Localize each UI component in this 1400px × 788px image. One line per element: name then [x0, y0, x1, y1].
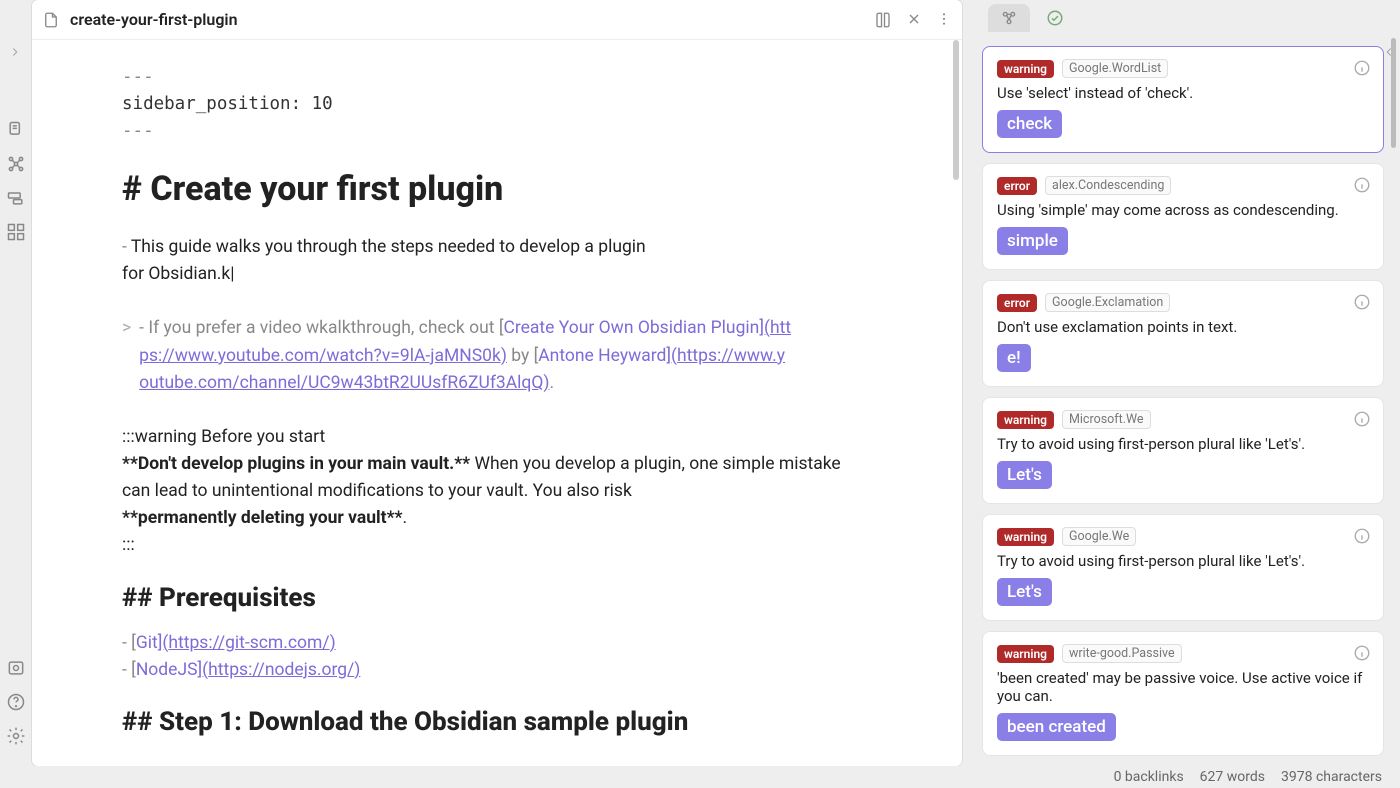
- link[interactable]: Create Your Own Obsidian Plugin: [503, 318, 759, 338]
- issue-chip[interactable]: check: [997, 110, 1062, 138]
- tab-bar: create-your-first-plugin: [32, 0, 962, 40]
- issue-message: Don't use exclamation points in text.: [997, 318, 1369, 336]
- issue-card[interactable]: warning Microsoft.We Try to avoid using fi…: [982, 397, 1384, 504]
- linter-panel: warning Google.WordList Use 'select' inste…: [970, 0, 1400, 788]
- tab-graph[interactable]: [988, 4, 1030, 32]
- issue-message: Use 'select' instead of 'check'.: [997, 84, 1369, 102]
- frontmatter-delim: ---: [122, 64, 872, 91]
- files-icon[interactable]: [4, 118, 28, 142]
- info-icon[interactable]: [1353, 644, 1371, 662]
- status-words[interactable]: 627 words: [1200, 769, 1265, 785]
- rule-label: Google.WordList: [1062, 59, 1168, 78]
- issue-card[interactable]: warning write-good.Passive 'been created' …: [982, 631, 1384, 756]
- info-icon[interactable]: [1353, 293, 1371, 311]
- heading-2: ## Step 1: Download the Obsidian sample …: [122, 702, 872, 742]
- frontmatter-delim: ---: [122, 118, 872, 145]
- frontmatter-line: sidebar_position: 10: [122, 91, 872, 118]
- tab-actions: [874, 11, 952, 29]
- rule-label: Google.We: [1062, 527, 1136, 546]
- app-root: create-your-first-plugin --- sidebar_pos…: [0, 0, 1400, 788]
- link[interactable]: Antone Heyward: [538, 346, 666, 366]
- issue-message: Try to avoid using first-person plural l…: [997, 435, 1369, 453]
- heading-1: # Create your first plugin: [122, 163, 872, 216]
- issue-chip[interactable]: simple: [997, 227, 1068, 255]
- editor-scrollbar[interactable]: [952, 40, 960, 766]
- info-icon[interactable]: [1353, 176, 1371, 194]
- issue-chip[interactable]: Let's: [997, 578, 1052, 606]
- admonition: :::warning Before you start **Don't deve…: [122, 424, 872, 560]
- rule-label: write-good.Passive: [1062, 644, 1182, 663]
- list-item: - [Git](https://git-scm.com/): [122, 630, 872, 657]
- issue-card[interactable]: error Google.Exclamation Don't use exclama…: [982, 280, 1384, 387]
- issue-list: warning Google.WordList Use 'select' inste…: [970, 32, 1400, 788]
- settings-icon[interactable]: [4, 724, 28, 748]
- issue-message: Using 'simple' may come across as condes…: [997, 201, 1369, 219]
- link[interactable]: Git: [136, 633, 158, 653]
- status-chars[interactable]: 3978 characters: [1281, 769, 1382, 785]
- right-tabs: [970, 0, 1400, 32]
- severity-badge: warning: [997, 645, 1054, 663]
- link[interactable]: NodeJS: [136, 660, 198, 680]
- issue-message: Try to avoid using first-person plural l…: [997, 552, 1369, 570]
- blockquote-mark: >: [122, 315, 131, 396]
- box-icon[interactable]: [4, 656, 28, 680]
- severity-badge: warning: [997, 528, 1054, 546]
- issue-message: 'been created' may be passive voice. Use…: [997, 669, 1369, 705]
- expand-left-icon[interactable]: [6, 45, 24, 59]
- info-icon[interactable]: [1353, 59, 1371, 77]
- issue-card[interactable]: warning Google.WordList Use 'select' inste…: [982, 46, 1384, 153]
- panel-scrollbar[interactable]: [1389, 32, 1396, 788]
- issue-chip[interactable]: Let's: [997, 461, 1052, 489]
- graph-icon[interactable]: [4, 152, 28, 176]
- rule-label: alex.Condescending: [1045, 176, 1171, 195]
- help-icon[interactable]: [4, 690, 28, 714]
- rule-label: Google.Exclamation: [1045, 293, 1170, 312]
- reading-view-icon[interactable]: [874, 11, 892, 29]
- paragraph: - This guide walks you through the steps…: [122, 234, 872, 288]
- editor[interactable]: --- sidebar_position: 10 --- # Create yo…: [32, 40, 962, 766]
- status-bar: 0 backlinks 627 words 3978 characters: [0, 766, 1400, 788]
- canvas-icon[interactable]: [4, 186, 28, 210]
- more-icon[interactable]: [936, 11, 952, 29]
- issue-chip[interactable]: been created: [997, 713, 1116, 741]
- severity-badge: error: [997, 177, 1037, 195]
- blockquote: > - If you prefer a video wkalkthrough, …: [122, 315, 872, 396]
- severity-badge: warning: [997, 60, 1054, 78]
- grid-icon[interactable]: [4, 220, 28, 244]
- list-item: - [NodeJS](https://nodejs.org/): [122, 657, 872, 684]
- status-backlinks[interactable]: 0 backlinks: [1114, 769, 1184, 785]
- info-icon[interactable]: [1353, 527, 1371, 545]
- info-icon[interactable]: [1353, 410, 1371, 428]
- left-rail: [0, 0, 32, 788]
- severity-badge: error: [997, 294, 1037, 312]
- tab-title[interactable]: create-your-first-plugin: [70, 10, 864, 29]
- file-icon: [42, 11, 60, 29]
- issue-card[interactable]: warning Google.We Try to avoid using first…: [982, 514, 1384, 621]
- editor-pane: create-your-first-plugin --- sidebar_pos…: [32, 0, 962, 766]
- issue-chip[interactable]: e!: [997, 344, 1031, 372]
- issue-card[interactable]: error alex.Condescending Using 'simple' ma…: [982, 163, 1384, 270]
- close-icon[interactable]: [906, 11, 922, 29]
- rule-label: Microsoft.We: [1062, 410, 1151, 429]
- heading-2: ## Prerequisites: [122, 578, 872, 618]
- severity-badge: warning: [997, 411, 1054, 429]
- tab-linter[interactable]: [1034, 4, 1076, 32]
